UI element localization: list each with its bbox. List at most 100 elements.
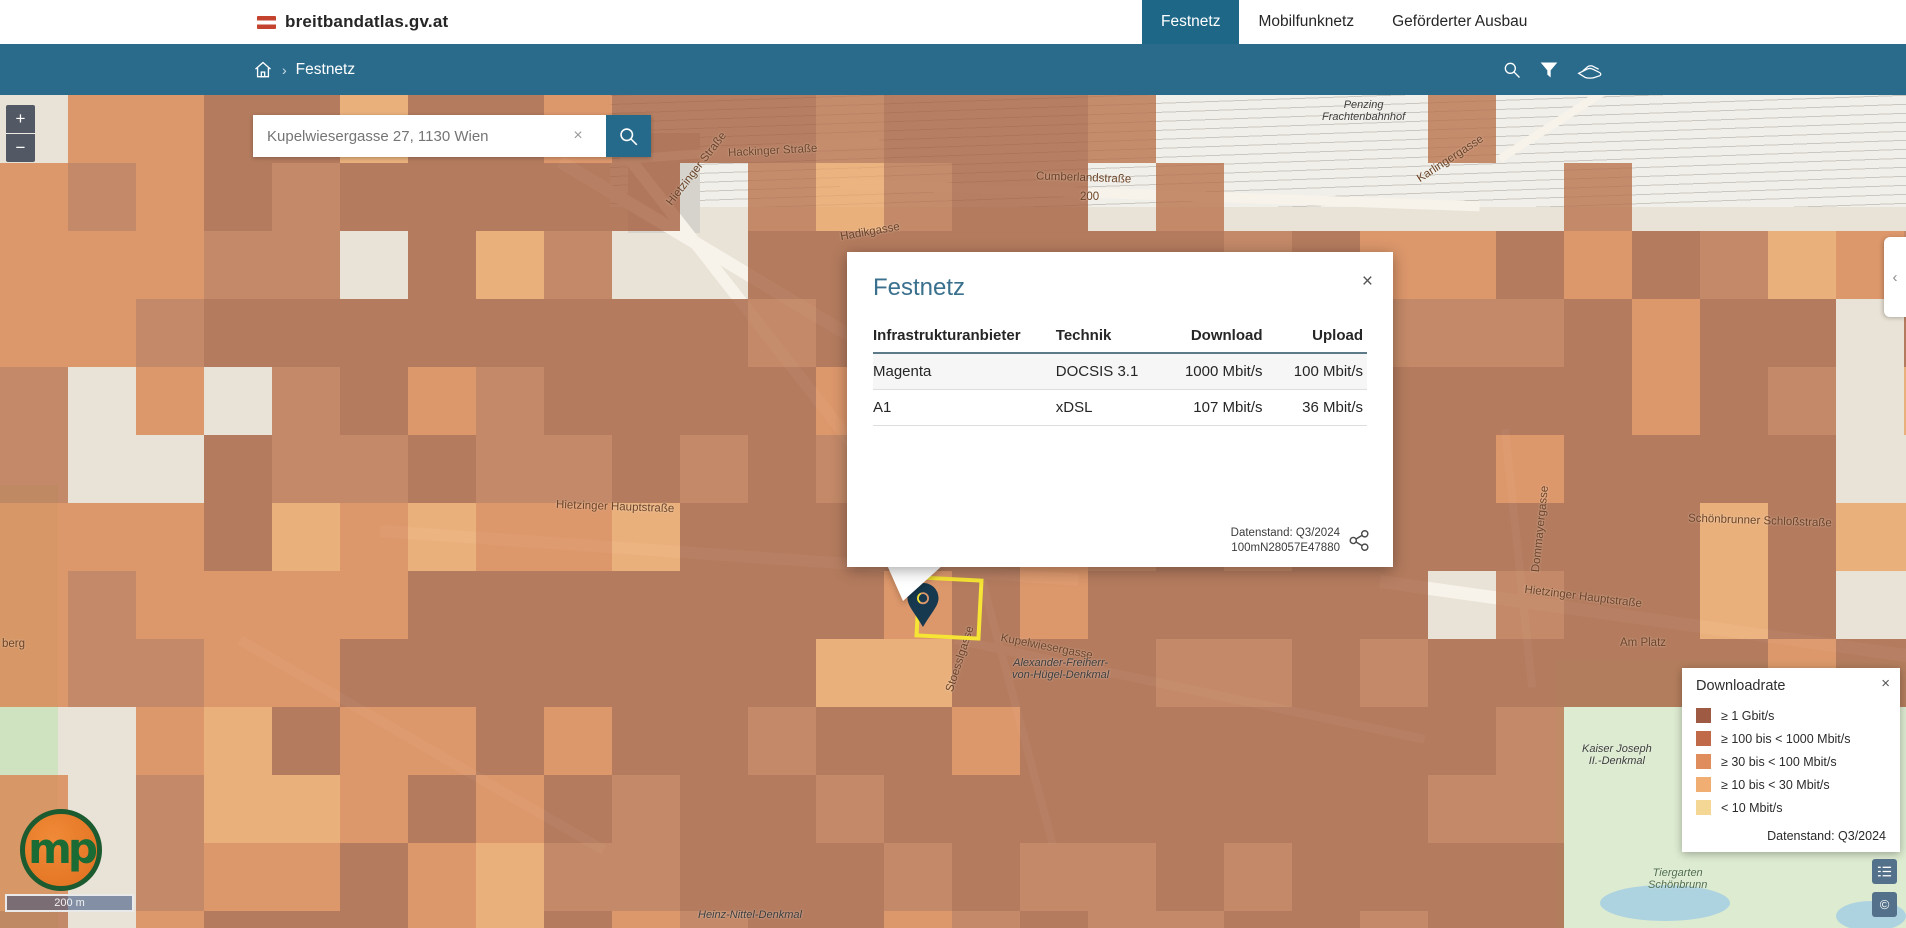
coverage-cell	[884, 843, 952, 911]
coverage-cell	[476, 503, 544, 571]
search-input[interactable]	[253, 115, 606, 157]
legend-toggle-button[interactable]	[1872, 859, 1897, 884]
legend-datenstand: Datenstand: Q3/2024	[1767, 829, 1886, 843]
coverage-cell	[1496, 639, 1564, 707]
search-button[interactable]	[606, 115, 651, 157]
coverage-cell	[408, 775, 476, 843]
coverage-cell	[68, 231, 136, 299]
coverage-cell	[544, 163, 612, 231]
brand[interactable]: breitbandatlas.gv.at	[257, 0, 448, 44]
table-cell: xDSL	[1056, 390, 1155, 426]
legend-label: < 10 Mbit/s	[1721, 801, 1783, 815]
breadcrumb-page[interactable]: Festnetz	[296, 61, 355, 79]
coverage-cell	[68, 571, 136, 639]
coverage-cell	[0, 435, 68, 503]
table-cell: 36 Mbit/s	[1267, 390, 1368, 426]
coverage-cell	[204, 571, 272, 639]
search-icon[interactable]	[1502, 60, 1522, 80]
coverage-cell	[1224, 571, 1292, 639]
coverage-cell	[68, 299, 136, 367]
coverage-cell	[0, 163, 68, 231]
coverage-cell	[1156, 707, 1224, 775]
coverage-cell	[884, 707, 952, 775]
coverage-cell	[1700, 367, 1768, 435]
coverage-cell	[1768, 571, 1836, 639]
legend-swatch	[1696, 731, 1711, 746]
coverage-cell	[544, 299, 612, 367]
breadcrumb-separator: ›	[282, 62, 287, 78]
coverage-cell	[1836, 503, 1904, 571]
coverage-cell	[476, 435, 544, 503]
coverage-cell	[748, 707, 816, 775]
coverage-cell	[1156, 639, 1224, 707]
map-label: 200	[1080, 191, 1099, 203]
nav-tab-festnetz[interactable]: Festnetz	[1142, 0, 1239, 44]
coverage-cell	[1428, 843, 1496, 911]
coverage-cell	[1496, 911, 1564, 928]
coverage-cell	[1564, 367, 1632, 435]
legend-title: Downloadrate	[1696, 678, 1886, 694]
map-canvas[interactable]: Hackinger StraßePenzing FrachtenbahnhofC…	[0, 95, 1906, 928]
breadcrumb: › Festnetz	[253, 44, 355, 95]
coverage-cell	[340, 911, 408, 928]
coverage-cell	[1088, 95, 1156, 163]
layers-icon[interactable]	[1576, 60, 1603, 80]
coverage-cell	[1632, 367, 1700, 435]
coverage-cell	[272, 707, 340, 775]
coverage-cell	[1156, 911, 1224, 928]
nav-tab-gef-rderter-ausbau[interactable]: Geförderter Ausbau	[1373, 0, 1546, 44]
coverage-cell	[680, 299, 748, 367]
coverage-cell	[1020, 843, 1088, 911]
coverage-cell	[1700, 231, 1768, 299]
legend-close-button[interactable]: ×	[1881, 676, 1890, 691]
coverage-cell	[204, 503, 272, 571]
coverage-cell	[1564, 231, 1632, 299]
coverage-cell	[748, 503, 816, 571]
home-icon[interactable]	[253, 60, 273, 80]
coverage-cell	[816, 571, 884, 639]
filter-icon[interactable]	[1539, 60, 1559, 80]
coverage-cell	[476, 707, 544, 775]
share-icon[interactable]	[1348, 529, 1371, 552]
coverage-cell	[136, 163, 204, 231]
coverage-cell	[544, 911, 612, 928]
legend-label: ≥ 100 bis < 1000 Mbit/s	[1721, 732, 1851, 746]
coverage-cell	[408, 911, 476, 928]
table-header: Download	[1155, 318, 1267, 353]
coverage-cell	[952, 707, 1020, 775]
coverage-cell	[408, 707, 476, 775]
coverage-cell	[1020, 571, 1088, 639]
coverage-cell	[1768, 231, 1836, 299]
clear-search-button[interactable]: ×	[563, 115, 593, 157]
coverage-cell	[680, 503, 748, 571]
coverage-cell	[952, 95, 1020, 163]
nav-tab-mobilfunknetz[interactable]: Mobilfunknetz	[1239, 0, 1373, 44]
copyright-button[interactable]: ©	[1872, 892, 1897, 917]
coverage-cell	[544, 435, 612, 503]
coverage-cell	[272, 503, 340, 571]
panel-expand-tab[interactable]: ‹	[1884, 237, 1906, 317]
coverage-cell	[816, 843, 884, 911]
zoom-in-button[interactable]: +	[6, 105, 35, 133]
legend-label: ≥ 30 bis < 100 Mbit/s	[1721, 755, 1837, 769]
coverage-cell	[544, 571, 612, 639]
zoom-out-button[interactable]: −	[6, 134, 35, 162]
coverage-cell	[340, 299, 408, 367]
breadcrumb-bar: › Festnetz	[0, 44, 1906, 95]
coverage-cell	[612, 299, 680, 367]
coverage-cell	[1088, 707, 1156, 775]
chevron-left-icon: ‹	[1893, 269, 1898, 286]
coverage-cell	[952, 911, 1020, 928]
coverage-cell	[544, 367, 612, 435]
coverage-cell	[408, 571, 476, 639]
coverage-cell	[272, 571, 340, 639]
map-label: Heinz-Nittel-Denkmal	[698, 909, 802, 921]
coverage-cell	[340, 503, 408, 571]
popup-close-button[interactable]: ×	[1362, 272, 1373, 291]
coverage-cell	[1292, 571, 1360, 639]
coverage-cell	[1564, 639, 1632, 707]
top-navigation: FestnetzMobilfunknetzGeförderter Ausbau	[1142, 0, 1546, 44]
coverage-cell	[1564, 299, 1632, 367]
coverage-cell	[476, 571, 544, 639]
legend-item: ≥ 30 bis < 100 Mbit/s	[1696, 750, 1886, 773]
